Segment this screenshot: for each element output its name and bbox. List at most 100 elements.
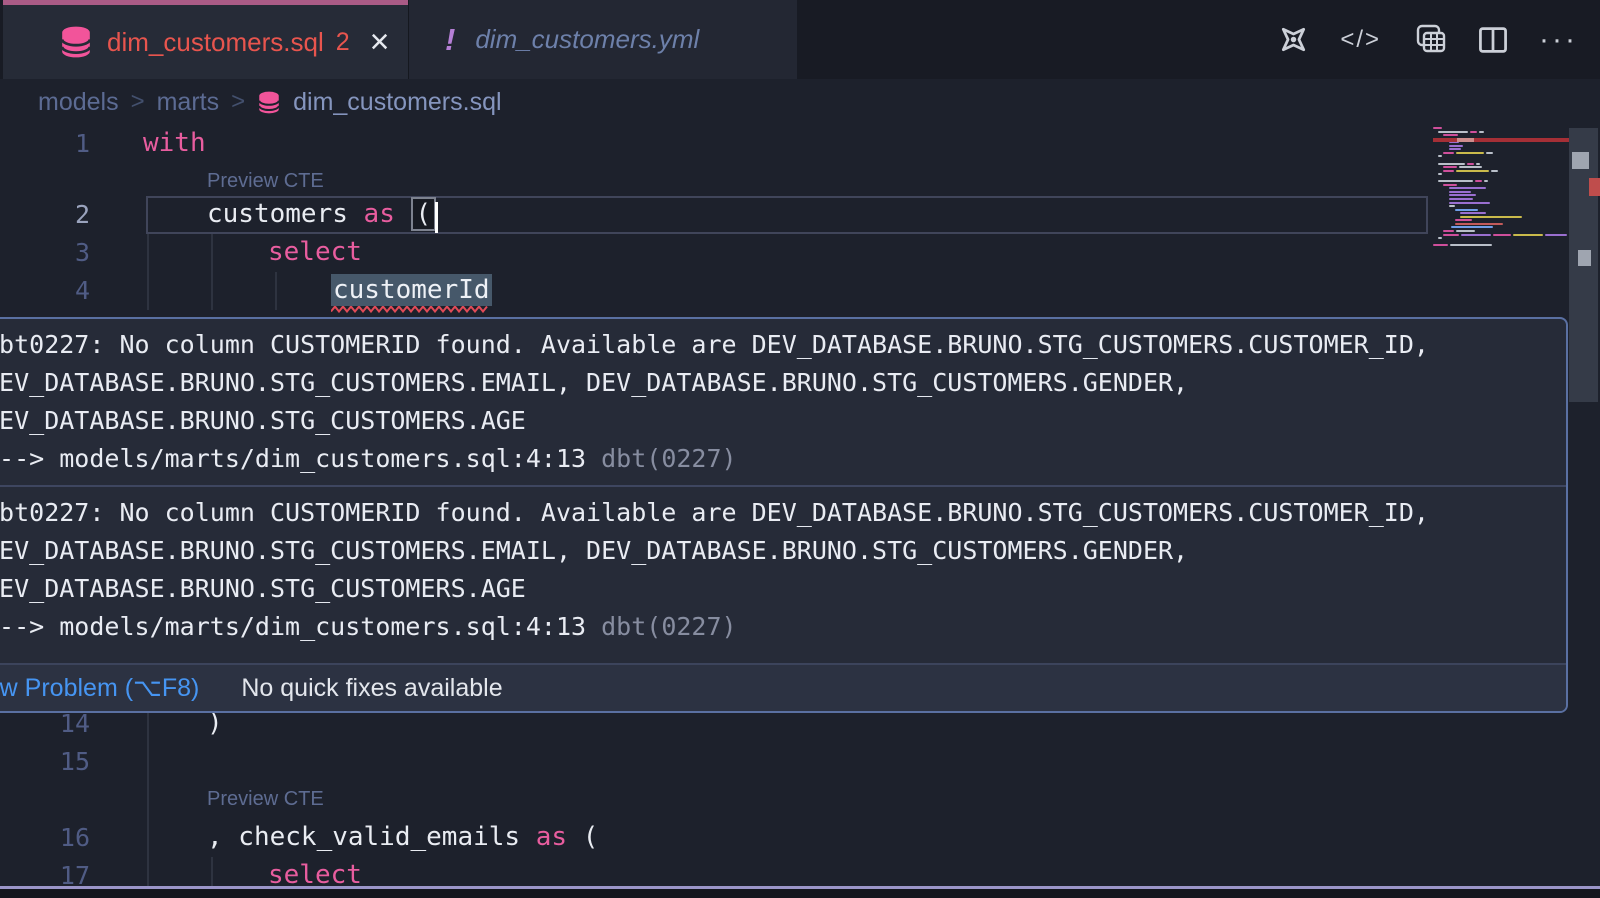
minimap-code-line	[1443, 152, 1454, 154]
window-bottom-edge	[0, 889, 1600, 898]
problem-location-line: --> models/marts/dim_customers.sql:4:13 …	[0, 440, 1568, 478]
problem-message-block: dbt0227: No column CUSTOMERID found. Ava…	[0, 319, 1568, 478]
code-line[interactable]: 16 , check_valid_emails as (	[0, 819, 1600, 857]
close-icon[interactable]: ×	[370, 25, 390, 59]
database-icon	[59, 26, 93, 58]
minimap-code-line	[1455, 219, 1472, 221]
problem-code: dbt(0227)	[601, 444, 736, 473]
chevron-right-icon: >	[131, 88, 145, 116]
minimap-code-line	[1449, 145, 1463, 147]
editor-actions: </> ···	[1277, 0, 1578, 79]
line-number: 3	[0, 234, 90, 272]
minimap-code-line	[1443, 170, 1454, 172]
minimap-code-line	[1491, 170, 1498, 172]
minimap-code-line	[1443, 166, 1457, 168]
dbt-power-icon[interactable]	[1277, 23, 1310, 56]
problem-message-line: DEV_DATABASE.BRUNO.STG_CUSTOMERS.AGE	[0, 570, 1568, 608]
view-problem-link[interactable]: View Problem (⌥F8)	[0, 673, 199, 703]
minimap-code-line	[1438, 155, 1442, 157]
minimap-code-line	[1438, 163, 1465, 165]
minimap-code-line	[1450, 244, 1492, 246]
minimap-code-line	[1451, 226, 1493, 228]
minimap-code-line	[1486, 152, 1493, 154]
breadcrumb-file[interactable]: dim_customers.sql	[293, 88, 501, 117]
minimap-code-line	[1433, 244, 1448, 246]
database-icon	[257, 91, 281, 114]
codelens-preview-cte[interactable]: Preview CTE	[207, 788, 324, 811]
tab-label: dim_customers.sql	[107, 27, 324, 58]
code-tokens: , check_valid_emails as (	[207, 819, 598, 857]
minimap-code-line	[1479, 131, 1484, 133]
minimap-code-line	[1455, 209, 1478, 211]
minimap-code-line	[1459, 166, 1482, 168]
code-tokens: select	[268, 234, 362, 272]
split-editor-icon[interactable]	[1477, 24, 1509, 56]
minimap-error-chip	[1457, 138, 1474, 142]
minimap-error-line	[1433, 138, 1569, 142]
problem-message-line: dbt0227: No column CUSTOMERID found. Ava…	[0, 494, 1568, 532]
editor-tab-bar: dim_customers.sql 2 × ! dim_customers.ym…	[0, 0, 1600, 79]
line-number: 2	[0, 196, 90, 234]
minimap-code-line	[1443, 234, 1459, 236]
problem-code: dbt(0227)	[601, 612, 736, 641]
warning-bang-icon: !	[445, 22, 455, 58]
code-token	[395, 199, 411, 229]
minimap-code-line	[1443, 134, 1458, 136]
code-token: (	[567, 822, 598, 852]
code-line[interactable]: 4customerId	[0, 272, 1600, 310]
problem-location-line: --> models/marts/dim_customers.sql:4:13 …	[0, 608, 1568, 646]
overview-ruler-mark	[1572, 152, 1589, 169]
minimap-code-line	[1493, 234, 1511, 236]
minimap-code-line	[1460, 212, 1486, 214]
tab-label: dim_customers.yml	[475, 24, 699, 55]
minimap-code-line	[1438, 131, 1468, 133]
problem-hover-footer: View Problem (⌥F8) No quick fixes availa…	[0, 663, 1566, 711]
minimap-code-line	[1449, 191, 1471, 193]
breadcrumb-marts[interactable]: marts	[157, 88, 220, 117]
code-line[interactable]: 2 customers as (	[0, 196, 1600, 234]
code-line[interactable]: 3 select	[0, 234, 1600, 272]
minimap-code-line	[1438, 180, 1473, 182]
compiled-code-icon[interactable]: </>	[1340, 26, 1381, 54]
indent-guide	[211, 857, 213, 886]
minimap-code-line	[1438, 173, 1442, 175]
tab-dim-customers-yml[interactable]: ! dim_customers.yml	[408, 0, 797, 79]
tab-dim-customers-sql[interactable]: dim_customers.sql 2 ×	[3, 0, 408, 79]
breadcrumb-models[interactable]: models	[38, 88, 119, 117]
line-number: 16	[0, 819, 90, 857]
minimap-code-line	[1476, 163, 1480, 165]
line-number: 4	[0, 272, 90, 310]
preview-results-icon[interactable]	[1411, 22, 1447, 58]
minimap-code-line	[1456, 230, 1475, 232]
indent-guide	[211, 234, 213, 310]
minimap-code-line	[1475, 180, 1482, 182]
minimap-code-line	[1484, 180, 1488, 182]
problem-location: --> models/marts/dim_customers.sql:4:13	[0, 612, 601, 641]
minimap-code-line	[1449, 187, 1486, 189]
indent-guide	[147, 234, 149, 310]
minimap-code-line	[1455, 223, 1503, 225]
minimap-code-line	[1456, 170, 1489, 172]
line-number: 15	[0, 743, 90, 781]
problem-location: --> models/marts/dim_customers.sql:4:13	[0, 444, 601, 473]
tab-problems-badge: 2	[336, 28, 350, 57]
problem-message-line: dbt0227: No column CUSTOMERID found. Ava…	[0, 326, 1568, 364]
problem-messages: dbt0227: No column CUSTOMERID found. Ava…	[0, 319, 1568, 646]
minimap-code-line	[1449, 202, 1490, 204]
code-line[interactable]: 15	[0, 743, 1600, 781]
code-tokens: customers as (	[207, 196, 436, 234]
minimap-code-line	[1443, 230, 1454, 232]
problem-message-block: dbt0227: No column CUSTOMERID found. Ava…	[0, 487, 1568, 646]
indent-guide	[275, 272, 277, 310]
minimap-code-line	[1460, 216, 1522, 218]
minimap-code-line	[1449, 205, 1455, 207]
minimap-code-line	[1449, 194, 1476, 196]
codelens-preview-cte[interactable]: Preview CTE	[207, 170, 324, 193]
code-line[interactable]: 1with	[0, 125, 1600, 163]
problem-message-line: DEV_DATABASE.BRUNO.STG_CUSTOMERS.AGE	[0, 402, 1568, 440]
matched-bracket: (	[411, 197, 437, 231]
minimap-code-line	[1545, 234, 1567, 236]
chevron-right-icon: >	[231, 88, 245, 116]
more-actions-icon[interactable]: ···	[1539, 34, 1578, 46]
no-quick-fixes-text: No quick fixes available	[241, 674, 502, 703]
